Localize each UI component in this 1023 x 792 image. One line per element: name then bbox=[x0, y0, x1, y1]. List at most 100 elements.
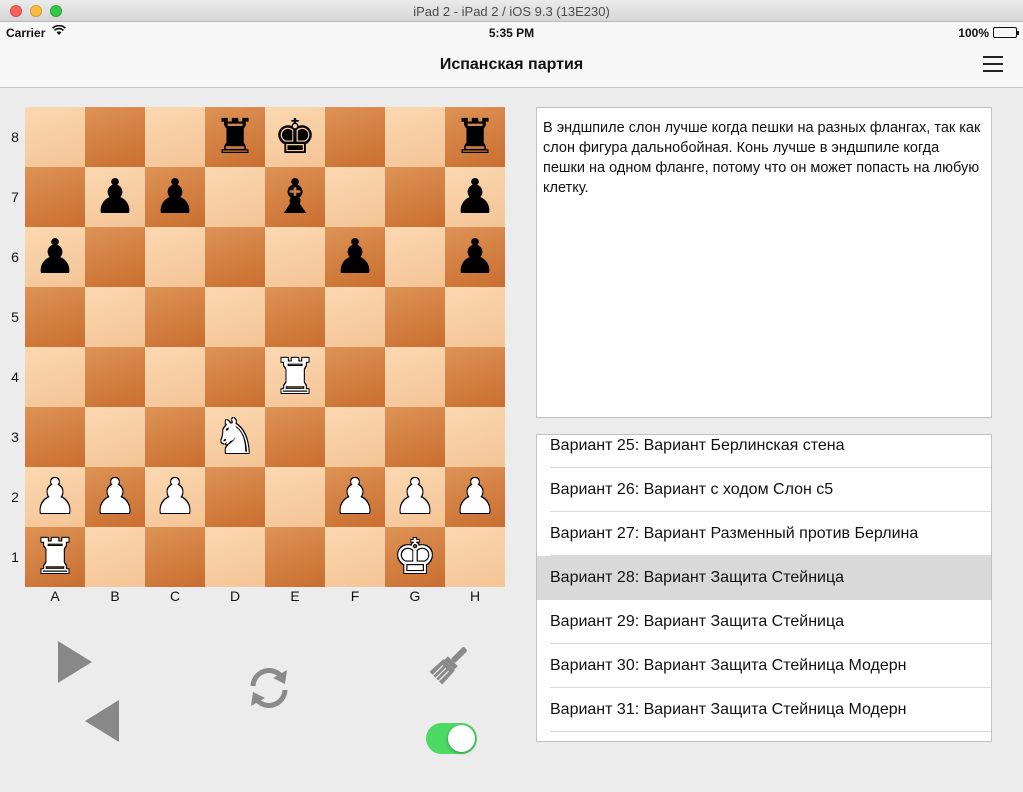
square-c7[interactable]: ♟ bbox=[145, 167, 205, 227]
square-a2[interactable]: ♟ bbox=[25, 467, 85, 527]
square-e4[interactable]: ♜ bbox=[265, 347, 325, 407]
square-f2[interactable]: ♟ bbox=[325, 467, 385, 527]
square-e7[interactable]: ♝ bbox=[265, 167, 325, 227]
black-bishop[interactable]: ♝ bbox=[273, 173, 316, 221]
square-h2[interactable]: ♟ bbox=[445, 467, 505, 527]
square-d3[interactable]: ♞ bbox=[205, 407, 265, 467]
square-b1[interactable] bbox=[85, 527, 145, 587]
black-pawn[interactable]: ♟ bbox=[93, 173, 136, 221]
square-c1[interactable] bbox=[145, 527, 205, 587]
square-e3[interactable] bbox=[265, 407, 325, 467]
square-d8[interactable]: ♜ bbox=[205, 107, 265, 167]
white-pawn[interactable]: ♟ bbox=[453, 473, 496, 521]
square-f5[interactable] bbox=[325, 287, 385, 347]
white-pawn[interactable]: ♟ bbox=[93, 473, 136, 521]
square-b5[interactable] bbox=[85, 287, 145, 347]
variant-list-item[interactable]: Вариант 29: Вариант Защита Стейница bbox=[537, 600, 991, 644]
highlight-toggle-switch[interactable] bbox=[426, 723, 477, 754]
square-d5[interactable] bbox=[205, 287, 265, 347]
square-a3[interactable] bbox=[25, 407, 85, 467]
variant-list-item[interactable]: Вариант 26: Вариант с ходом Слон c5 bbox=[537, 468, 991, 512]
white-pawn[interactable]: ♟ bbox=[153, 473, 196, 521]
square-f7[interactable] bbox=[325, 167, 385, 227]
square-b7[interactable]: ♟ bbox=[85, 167, 145, 227]
square-c6[interactable] bbox=[145, 227, 205, 287]
square-b2[interactable]: ♟ bbox=[85, 467, 145, 527]
white-pawn[interactable]: ♟ bbox=[333, 473, 376, 521]
square-h4[interactable] bbox=[445, 347, 505, 407]
square-a5[interactable] bbox=[25, 287, 85, 347]
white-rook[interactable]: ♜ bbox=[33, 533, 76, 581]
square-a7[interactable] bbox=[25, 167, 85, 227]
black-pawn[interactable]: ♟ bbox=[453, 233, 496, 281]
previous-move-back-icon[interactable] bbox=[85, 700, 119, 742]
hamburger-menu-icon[interactable] bbox=[983, 56, 1003, 72]
variants-list[interactable]: Вариант 25: Вариант Берлинская стена Вари… bbox=[536, 434, 992, 742]
square-b6[interactable] bbox=[85, 227, 145, 287]
variant-list-item[interactable]: Вариант 28: Вариант Защита Стейница bbox=[537, 556, 991, 600]
square-b4[interactable] bbox=[85, 347, 145, 407]
square-g1[interactable]: ♚ bbox=[385, 527, 445, 587]
square-d7[interactable] bbox=[205, 167, 265, 227]
square-b3[interactable] bbox=[85, 407, 145, 467]
square-e2[interactable] bbox=[265, 467, 325, 527]
square-g2[interactable]: ♟ bbox=[385, 467, 445, 527]
white-king[interactable]: ♚ bbox=[393, 533, 436, 581]
white-knight[interactable]: ♞ bbox=[213, 413, 256, 461]
square-h5[interactable] bbox=[445, 287, 505, 347]
black-rook[interactable]: ♜ bbox=[453, 113, 496, 161]
black-pawn[interactable]: ♟ bbox=[153, 173, 196, 221]
square-d2[interactable] bbox=[205, 467, 265, 527]
square-b8[interactable] bbox=[85, 107, 145, 167]
square-e6[interactable] bbox=[265, 227, 325, 287]
square-d1[interactable] bbox=[205, 527, 265, 587]
black-pawn[interactable]: ♟ bbox=[333, 233, 376, 281]
square-g3[interactable] bbox=[385, 407, 445, 467]
square-g7[interactable] bbox=[385, 167, 445, 227]
square-g6[interactable] bbox=[385, 227, 445, 287]
square-f8[interactable] bbox=[325, 107, 385, 167]
square-h6[interactable]: ♟ bbox=[445, 227, 505, 287]
square-g5[interactable] bbox=[385, 287, 445, 347]
square-f6[interactable]: ♟ bbox=[325, 227, 385, 287]
chess-board[interactable]: ♜ ♚ ♜ ♟ ♟ ♝ ♟ ♟ ♟ ♟ ♜ ♞ ♟ ♟ ♟ ♟ ♟ ♟ ♜ ♚ bbox=[25, 107, 505, 587]
square-h7[interactable]: ♟ bbox=[445, 167, 505, 227]
square-f1[interactable] bbox=[325, 527, 385, 587]
variant-list-item[interactable]: Вариант 31: Вариант Защита Стейница Моде… bbox=[537, 688, 991, 732]
white-rook[interactable]: ♜ bbox=[273, 353, 316, 401]
square-h1[interactable] bbox=[445, 527, 505, 587]
variant-list-item[interactable]: Вариант 30: Вариант Защита Стейница Моде… bbox=[537, 644, 991, 688]
brush-icon[interactable] bbox=[428, 642, 472, 686]
square-c5[interactable] bbox=[145, 287, 205, 347]
square-a4[interactable] bbox=[25, 347, 85, 407]
square-h3[interactable] bbox=[445, 407, 505, 467]
black-pawn[interactable]: ♟ bbox=[33, 233, 76, 281]
square-f4[interactable] bbox=[325, 347, 385, 407]
square-c8[interactable] bbox=[145, 107, 205, 167]
square-c4[interactable] bbox=[145, 347, 205, 407]
square-g8[interactable] bbox=[385, 107, 445, 167]
square-d6[interactable] bbox=[205, 227, 265, 287]
square-h8[interactable]: ♜ bbox=[445, 107, 505, 167]
square-g4[interactable] bbox=[385, 347, 445, 407]
square-d4[interactable] bbox=[205, 347, 265, 407]
move-description-text[interactable]: В эндшпиле слон лучше когда пешки на раз… bbox=[536, 107, 992, 418]
black-king[interactable]: ♚ bbox=[273, 113, 316, 161]
variant-list-item[interactable]: Вариант 25: Вариант Берлинская стена bbox=[537, 435, 991, 468]
square-f3[interactable] bbox=[325, 407, 385, 467]
black-pawn[interactable]: ♟ bbox=[453, 173, 496, 221]
square-e1[interactable] bbox=[265, 527, 325, 587]
square-a1[interactable]: ♜ bbox=[25, 527, 85, 587]
square-c2[interactable]: ♟ bbox=[145, 467, 205, 527]
square-a8[interactable] bbox=[25, 107, 85, 167]
square-a6[interactable]: ♟ bbox=[25, 227, 85, 287]
next-move-play-icon[interactable] bbox=[58, 641, 92, 683]
square-e5[interactable] bbox=[265, 287, 325, 347]
variant-list-item[interactable]: Вариант 27: Вариант Разменный против Бер… bbox=[537, 512, 991, 556]
square-e8[interactable]: ♚ bbox=[265, 107, 325, 167]
black-rook[interactable]: ♜ bbox=[213, 113, 256, 161]
white-pawn[interactable]: ♟ bbox=[393, 473, 436, 521]
square-c3[interactable] bbox=[145, 407, 205, 467]
rotate-board-icon[interactable] bbox=[243, 662, 295, 714]
white-pawn[interactable]: ♟ bbox=[33, 473, 76, 521]
